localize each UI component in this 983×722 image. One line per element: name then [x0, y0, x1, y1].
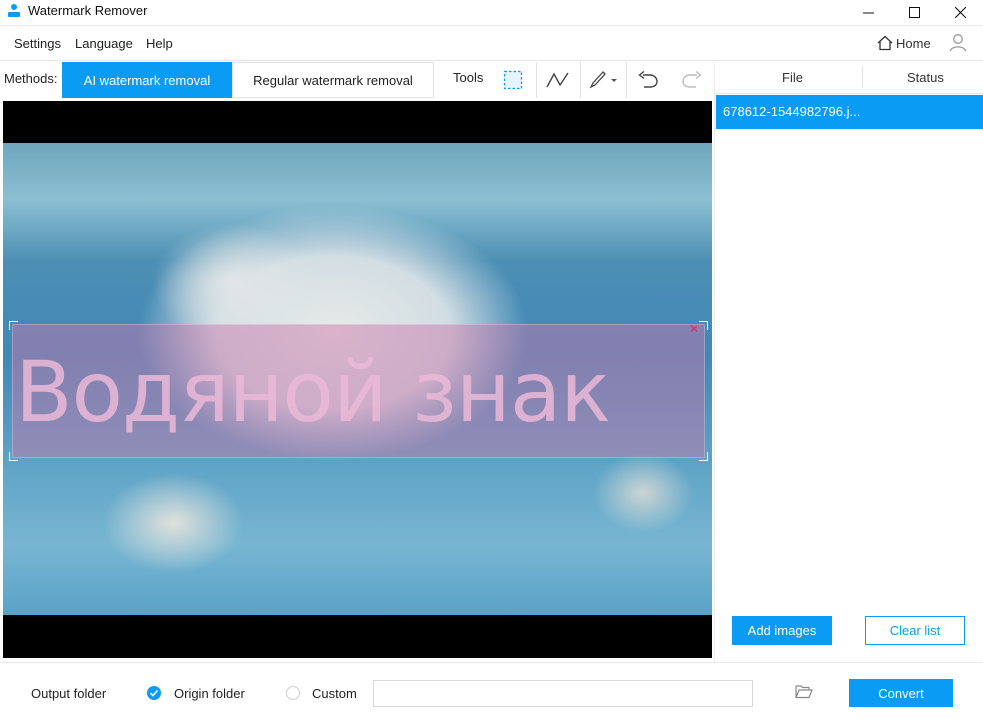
menu-language[interactable]: Language	[75, 36, 133, 51]
file-list-header: File Status	[716, 62, 983, 94]
app-icon	[7, 3, 21, 19]
minimize-icon	[862, 12, 874, 13]
file-list-row[interactable]: 678612-1544982796.j...	[716, 95, 983, 129]
clear-list-button[interactable]: Clear list	[865, 616, 965, 645]
tools-label: Tools	[453, 70, 484, 85]
selection-handle-bottom-left[interactable]	[9, 452, 18, 461]
minimize-button[interactable]	[845, 0, 891, 24]
output-folder-label: Output folder	[31, 686, 107, 701]
image-canvas[interactable]: Водяной знак ✕	[3, 101, 712, 658]
tab-regular-watermark-removal[interactable]: Regular watermark removal	[232, 62, 434, 98]
origin-folder-radio[interactable]	[147, 686, 161, 700]
home-button[interactable]: Home	[876, 35, 931, 51]
check-icon	[149, 689, 159, 697]
convert-button[interactable]: Convert	[849, 679, 953, 707]
title-bar: Watermark Remover	[0, 0, 983, 24]
close-icon	[954, 6, 966, 18]
maximize-icon	[908, 6, 920, 18]
undo-icon	[638, 71, 658, 88]
selection-handle-bottom-right[interactable]	[699, 452, 708, 461]
selection-handle-top-right[interactable]	[699, 321, 708, 330]
selection-handle-top-left[interactable]	[9, 321, 18, 330]
tab-ai-watermark-removal[interactable]: AI watermark removal	[62, 62, 232, 98]
custom-folder-radio[interactable]	[286, 686, 300, 700]
panel-divider	[714, 62, 715, 662]
output-bar: Output folder Origin folder Custom Conve…	[0, 662, 983, 722]
file-name: 678612-1544982796.j...	[723, 104, 861, 119]
menu-help[interactable]: Help	[146, 36, 173, 51]
add-images-button[interactable]: Add images	[732, 616, 832, 645]
home-icon	[877, 35, 893, 51]
maximize-button[interactable]	[891, 0, 937, 24]
origin-folder-label: Origin folder	[174, 686, 245, 701]
brush-icon	[589, 71, 617, 89]
column-divider	[862, 66, 863, 88]
column-file: File	[782, 70, 803, 85]
app-title: Watermark Remover	[28, 3, 148, 18]
menu-settings[interactable]: Settings	[14, 36, 61, 51]
polyline-tool[interactable]	[536, 62, 580, 98]
close-button[interactable]	[937, 0, 983, 24]
custom-folder-label: Custom	[312, 686, 357, 701]
methods-label: Methods:	[4, 71, 58, 86]
redo-button[interactable]	[670, 62, 714, 98]
home-label: Home	[896, 35, 931, 51]
watermark-text: Водяной знак	[15, 343, 611, 441]
redo-icon	[682, 71, 702, 88]
rect-select-tool[interactable]	[491, 62, 535, 98]
custom-path-input[interactable]	[373, 680, 753, 707]
menu-bar: Settings Language Help Home	[0, 25, 983, 61]
rect-select-icon	[503, 70, 523, 90]
user-icon[interactable]	[949, 33, 967, 55]
column-status: Status	[907, 70, 944, 85]
watermark-selection-box[interactable]: Водяной знак	[12, 324, 705, 458]
folder-open-icon[interactable]	[795, 684, 813, 702]
polyline-icon	[546, 72, 569, 88]
brush-tool[interactable]	[580, 62, 624, 98]
undo-button[interactable]	[626, 62, 670, 98]
remove-selection-icon[interactable]: ✕	[689, 323, 699, 335]
